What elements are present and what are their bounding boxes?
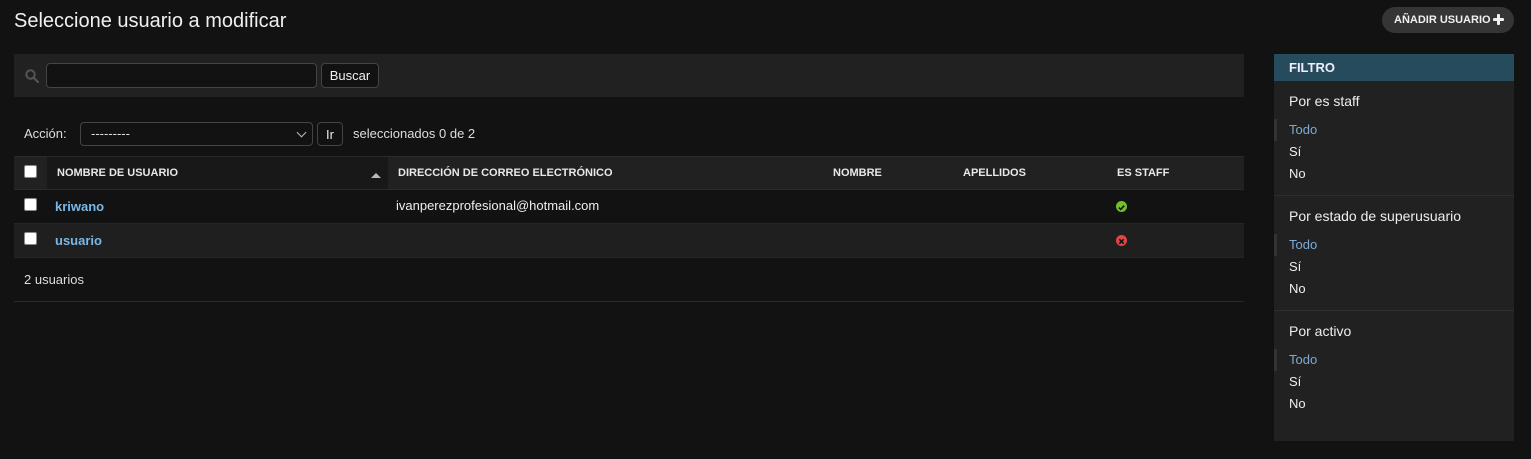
filter-group-title: Por activo (1289, 323, 1352, 339)
filter-option-no[interactable]: No (1274, 393, 1514, 415)
filter-option-no[interactable]: No (1274, 278, 1514, 300)
column-email[interactable]: DIRECCIÓN DE CORREO ELECTRÓNICO (398, 167, 613, 179)
filter-option-no[interactable]: No (1274, 163, 1514, 185)
username-link[interactable]: kriwano (55, 199, 104, 214)
filter-option-all[interactable]: Todo (1274, 349, 1514, 371)
action-select-value: --------- (91, 126, 130, 141)
column-first-name[interactable]: NOMBRE (833, 167, 882, 179)
table-header: NOMBRE DE USUARIO DIRECCIÓN DE CORREO EL… (14, 156, 1244, 190)
sort-ascending-icon[interactable] (371, 173, 381, 178)
filter-sidebar: FILTRO Por es staff Todo Sí No Por estad… (1274, 54, 1514, 441)
filter-group-staff: Por es staff Todo Sí No (1274, 81, 1514, 196)
add-user-button[interactable]: AÑADIR USUARIO (1382, 7, 1514, 33)
table-row: usuario (14, 224, 1244, 258)
selection-counter: seleccionados 0 de 2 (353, 126, 476, 141)
filter-group-active: Por activo Todo Sí No (1274, 311, 1514, 425)
filter-group-title: Por es staff (1289, 93, 1360, 109)
x-circle-icon (1116, 235, 1127, 246)
filter-option-yes[interactable]: Sí (1274, 141, 1514, 163)
chevron-down-icon (296, 127, 307, 138)
result-count: 2 usuarios (24, 272, 84, 287)
select-all-checkbox[interactable] (24, 165, 37, 178)
add-user-label: AÑADIR USUARIO (1394, 14, 1491, 26)
filter-option-yes[interactable]: Sí (1274, 371, 1514, 393)
filter-option-yes[interactable]: Sí (1274, 256, 1514, 278)
table-row: kriwano ivanperezprofesional@hotmail.com (14, 190, 1244, 224)
username-link[interactable]: usuario (55, 233, 102, 248)
search-button[interactable]: Buscar (321, 63, 379, 88)
check-circle-icon (1116, 201, 1127, 212)
filter-title: FILTRO (1274, 54, 1514, 81)
plus-icon (1492, 13, 1505, 26)
filter-option-all[interactable]: Todo (1274, 119, 1514, 141)
go-button[interactable]: Ir (317, 122, 343, 146)
email-cell: ivanperezprofesional@hotmail.com (396, 198, 600, 213)
search-icon (25, 69, 39, 83)
search-input[interactable] (46, 63, 317, 88)
filter-option-all[interactable]: Todo (1274, 234, 1514, 256)
row-checkbox[interactable] (24, 198, 37, 211)
actions-bar: Acción: --------- Ir seleccionados 0 de … (14, 122, 714, 146)
page-title: Seleccione usuario a modificar (14, 10, 287, 32)
action-select[interactable]: --------- (80, 122, 313, 146)
column-is-staff[interactable]: ES STAFF (1117, 167, 1169, 179)
action-label: Acción: (24, 126, 67, 141)
filter-group-title: Por estado de superusuario (1289, 208, 1461, 224)
results-table: NOMBRE DE USUARIO DIRECCIÓN DE CORREO EL… (14, 156, 1244, 302)
row-checkbox[interactable] (24, 232, 37, 245)
filter-group-superuser: Por estado de superusuario Todo Sí No (1274, 196, 1514, 311)
paginator: 2 usuarios (14, 258, 1244, 302)
search-toolbar: Buscar (14, 54, 1244, 97)
column-username[interactable]: NOMBRE DE USUARIO (57, 167, 178, 179)
column-last-name[interactable]: APELLIDOS (963, 167, 1026, 179)
